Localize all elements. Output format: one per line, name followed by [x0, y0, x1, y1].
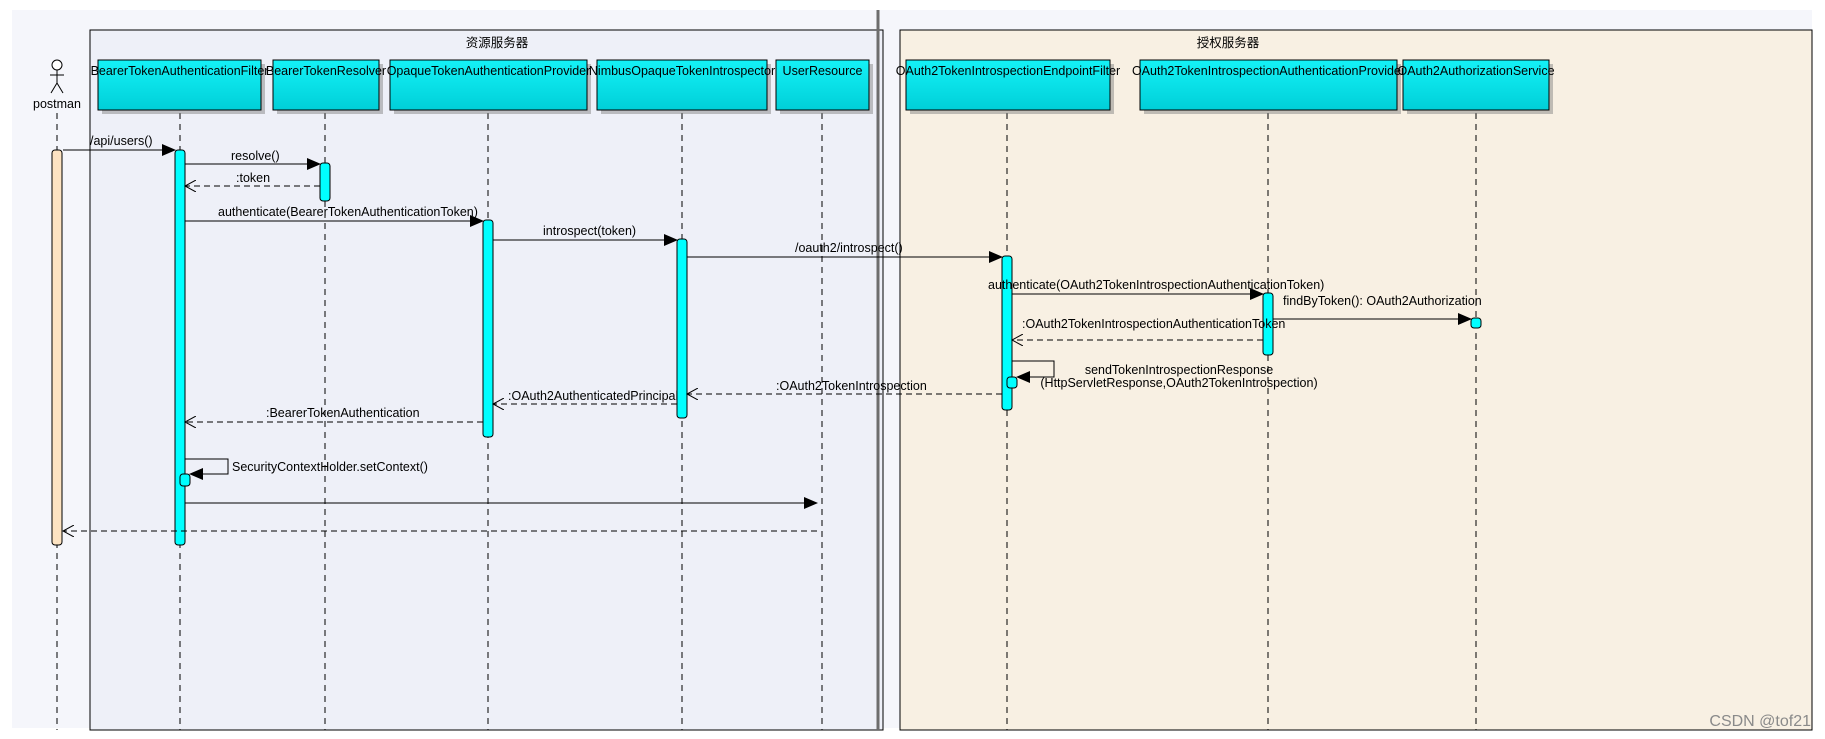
- auth-server-frame: [899, 29, 1813, 731]
- diagram-canvas: 资源服务器 授权服务器 BearerTokenAuthenticationFilte…: [0, 0, 1825, 739]
- activation-introspector: [676, 238, 688, 419]
- activation-provider: [482, 219, 494, 438]
- message-label-12: :BearerTokenAuthentication: [266, 406, 420, 420]
- message-label2-9: (HttpServletResponse,OAuth2TokenIntrospe…: [1040, 376, 1317, 390]
- auth-server-label: 授权服务器: [1197, 35, 1260, 50]
- participant-label-authprov: OAuth2TokenIntrospectionAuthenticationPr…: [1132, 64, 1405, 78]
- activation-authsvc: [1470, 317, 1482, 329]
- watermark: CSDN @tof21: [1709, 713, 1811, 730]
- participant-label-userres: UserResource: [783, 64, 863, 78]
- message-label-8: :OAuth2TokenIntrospectionAuthenticationT…: [1022, 317, 1285, 331]
- message-label-2: :token: [236, 171, 270, 185]
- resource-server-label: 资源服务器: [466, 35, 529, 50]
- message-label-7: findByToken(): OAuth2Authorization: [1283, 294, 1482, 308]
- message-label-9: sendTokenIntrospectionResponse: [1085, 363, 1273, 377]
- participant-label-filter: BearerTokenAuthenticationFilter: [91, 64, 269, 78]
- participant-label-introspector: NimbusOpaqueTokenIntrospector: [589, 64, 775, 78]
- participant-label-authsvc: OAuth2AuthorizationService: [1397, 64, 1554, 78]
- message-label-5: /oauth2/introspect(): [795, 241, 903, 255]
- message-label-4: introspect(token): [543, 224, 636, 238]
- actor-label: postman: [33, 97, 81, 111]
- message-label-3: authenticate(BearerTokenAuthenticationTo…: [218, 205, 478, 219]
- message-label-6: authenticate(OAuth2TokenIntrospectionAut…: [988, 278, 1324, 292]
- activation-actor: [51, 149, 63, 546]
- message-label-10: :OAuth2TokenIntrospection: [776, 379, 927, 393]
- message-label-1: resolve(): [231, 149, 280, 163]
- message-label-13: SecurityContextHolder.setContext(): [232, 460, 428, 474]
- activation-resolver: [319, 162, 331, 202]
- sequence-diagram: 资源服务器 授权服务器 BearerTokenAuthenticationFilte…: [12, 10, 1813, 731]
- actor-head: [51, 59, 63, 71]
- participant-label-endpoint: OAuth2TokenIntrospectionEndpointFilter: [896, 64, 1120, 78]
- message-label-11: :OAuth2AuthenticatedPrincipal: [508, 389, 678, 403]
- activation-endpoint-self: [1006, 376, 1018, 389]
- message-label-0: /api/users(): [90, 134, 153, 148]
- activation-filter-self: [179, 473, 191, 487]
- participant-label-resolver: BearerTokenResolver: [266, 64, 386, 78]
- participant-label-provider: OpaqueTokenAuthenticationProvider: [387, 64, 591, 78]
